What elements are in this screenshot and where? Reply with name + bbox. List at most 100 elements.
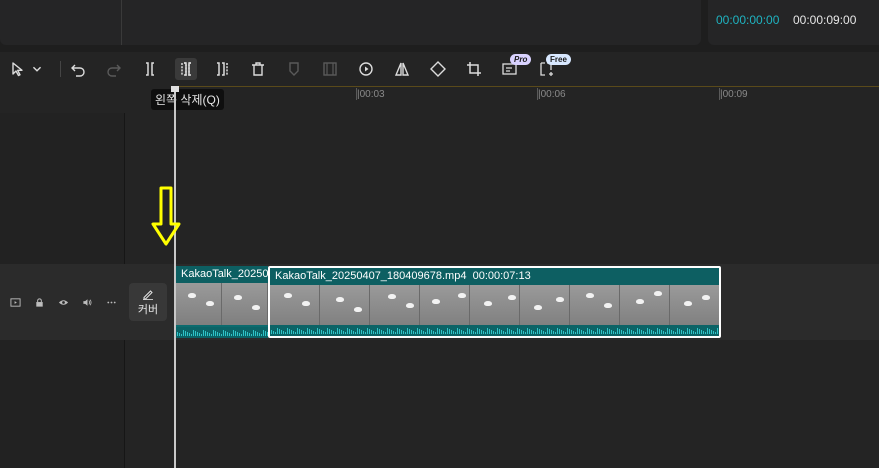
- waveform-bar: [593, 331, 594, 334]
- delete-icon[interactable]: [247, 58, 269, 80]
- video-clip-selected[interactable]: KakaoTalk_20250407_180409678.mp4 00:00:0…: [268, 266, 721, 338]
- lock-icon[interactable]: [32, 295, 46, 309]
- waveform-bar: [515, 332, 516, 334]
- waveform-bar: [639, 329, 640, 334]
- waveform-bar: [303, 331, 304, 334]
- edit-icon: [143, 289, 153, 300]
- playhead-handle[interactable]: [171, 86, 179, 92]
- total-time: 00:00:09:00: [793, 13, 857, 27]
- video-clip[interactable]: KakaoTalk_20250: [176, 266, 268, 338]
- waveform-bar: [195, 331, 196, 336]
- delete-right-icon[interactable]: [211, 58, 233, 80]
- waveform-bar: [197, 332, 198, 336]
- waveform-bar: [291, 330, 292, 334]
- split-icon[interactable]: [139, 58, 161, 80]
- waveform-bar: [347, 328, 348, 334]
- waveform-bar: [353, 331, 354, 334]
- waveform-bar: [229, 333, 230, 336]
- waveform-bar: [383, 331, 384, 334]
- waveform-bar: [283, 331, 284, 334]
- waveform-bar: [655, 332, 656, 334]
- waveform-bar: [371, 330, 372, 334]
- waveform-bar: [495, 332, 496, 334]
- undo-icon[interactable]: [67, 58, 89, 80]
- clip-name: KakaoTalk_20250407_180409678.mp4: [275, 270, 467, 282]
- waveform-bar: [599, 329, 600, 334]
- waveform-bar: [367, 328, 368, 334]
- delete-left-icon[interactable]: [175, 58, 197, 80]
- waveform-bar: [309, 329, 310, 334]
- waveform-bar: [415, 332, 416, 334]
- waveform-bar: [713, 331, 714, 334]
- clip-header: KakaoTalk_20250407_180409678.mp4 00:00:0…: [270, 268, 719, 285]
- waveform-bar: [561, 330, 562, 334]
- rotate-icon[interactable]: [427, 58, 449, 80]
- track-video-icon: [8, 295, 22, 309]
- waveform-bar: [465, 332, 466, 334]
- waveform-bar: [699, 329, 700, 334]
- waveform-bar: [227, 332, 228, 336]
- waveform-bar: [709, 329, 710, 334]
- eye-icon[interactable]: [56, 295, 70, 309]
- waveform-bar: [219, 333, 220, 336]
- volume-icon[interactable]: [80, 295, 94, 309]
- waveform-bar: [617, 328, 618, 334]
- waveform-bar: [387, 328, 388, 334]
- tooltip: 왼쪽 삭제(Q): [151, 89, 224, 110]
- free-badge: Free: [546, 54, 571, 65]
- waveform-bar: [479, 329, 480, 334]
- more-icon[interactable]: [104, 295, 118, 309]
- waveform-bar: [295, 332, 296, 334]
- waveform-bar: [199, 333, 200, 336]
- waveform-bar: [637, 328, 638, 334]
- waveform-bar: [565, 332, 566, 334]
- waveform-bar: [305, 332, 306, 334]
- waveform-bar: [445, 332, 446, 334]
- waveform-bar: [575, 332, 576, 334]
- waveform-bar: [177, 332, 178, 336]
- waveform-bar: [215, 331, 216, 336]
- reverse-icon[interactable]: [355, 58, 377, 80]
- waveform-bar: [413, 331, 414, 334]
- waveform-bar: [679, 329, 680, 334]
- waveform-bar: [653, 331, 654, 334]
- waveform-bar: [369, 329, 370, 334]
- waveform-bar: [247, 332, 248, 336]
- waveform-bar: [585, 332, 586, 334]
- waveform-bar: [603, 331, 604, 334]
- waveform-bar: [555, 332, 556, 334]
- waveform-bar: [573, 331, 574, 334]
- waveform-bar: [293, 331, 294, 334]
- select-icon[interactable]: [7, 58, 29, 80]
- waveform-bar: [365, 332, 366, 334]
- waveform-bar: [313, 331, 314, 334]
- waveform-bar: [187, 332, 188, 336]
- waveform-bar: [545, 332, 546, 334]
- waveform-bar: [193, 330, 194, 336]
- waveform-bar: [321, 330, 322, 334]
- waveform-bar: [317, 328, 318, 334]
- mirror-icon[interactable]: [391, 58, 413, 80]
- waveform-bar: [527, 328, 528, 334]
- waveform-bar: [203, 330, 204, 336]
- waveform-bar: [625, 332, 626, 334]
- crop-icon[interactable]: [463, 58, 485, 80]
- waveform-bar: [629, 329, 630, 334]
- waveform-bar: [451, 330, 452, 334]
- cover-button[interactable]: 커버: [129, 283, 167, 321]
- dropdown-chevron-icon[interactable]: [29, 58, 45, 80]
- waveform-bar: [435, 332, 436, 334]
- waveform-bar: [687, 328, 688, 334]
- redo-icon: [103, 58, 125, 80]
- waveform-bar: [683, 331, 684, 334]
- waveform-bar: [613, 331, 614, 334]
- waveform-bar: [239, 333, 240, 336]
- waveform-bar: [693, 331, 694, 334]
- waveform-bar: [431, 330, 432, 334]
- waveform-bar: [663, 331, 664, 334]
- waveform-bar: [619, 329, 620, 334]
- waveform-bar: [287, 328, 288, 334]
- playhead[interactable]: [174, 86, 176, 468]
- waveform-bar: [265, 331, 266, 336]
- waveform-bar: [487, 328, 488, 334]
